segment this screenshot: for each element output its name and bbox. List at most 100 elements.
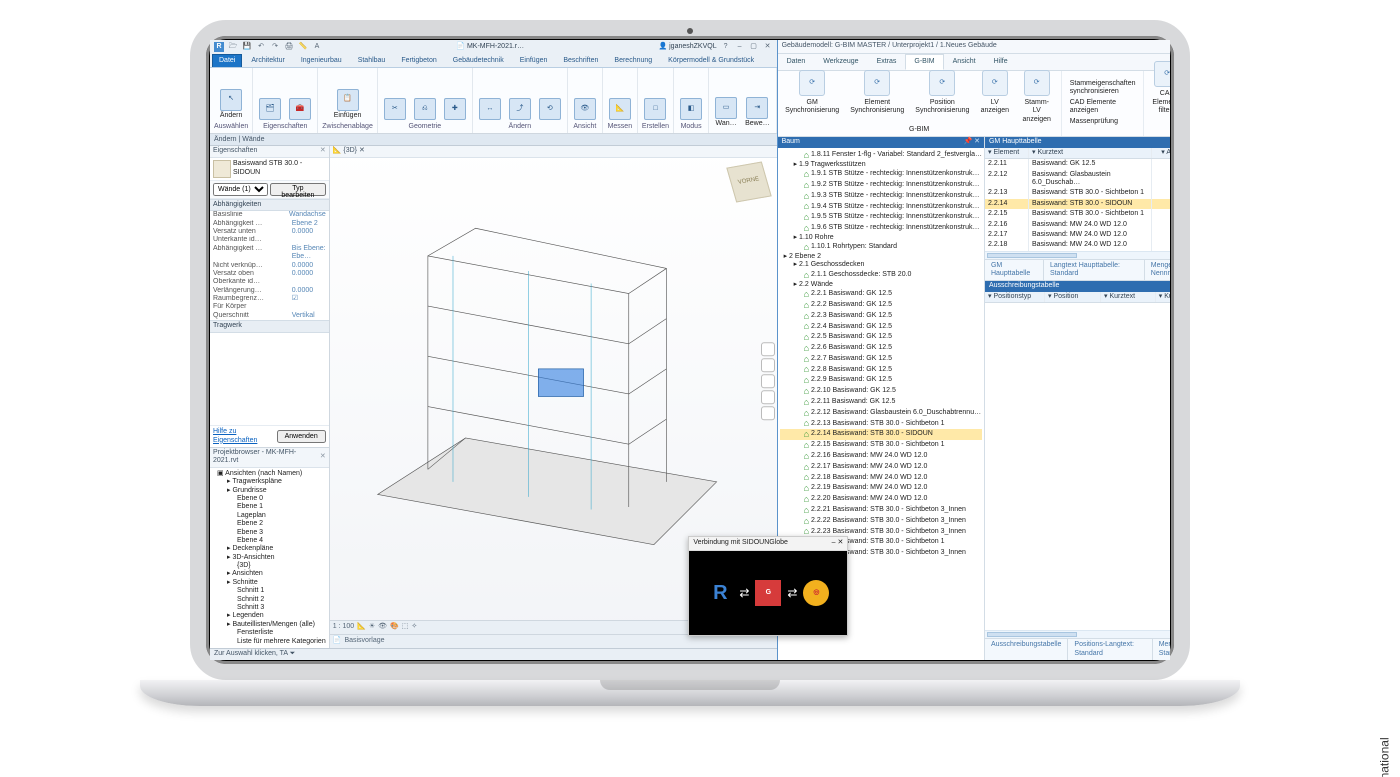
tree-node[interactable]: ⌂ 2.2.6 Basiswand: GK 12.5: [780, 343, 982, 354]
tree-node[interactable]: ▸ 2.1 Geschossdecken: [780, 261, 982, 269]
bottom-tab[interactable]: Positions-Langtext: Standard: [1068, 639, 1152, 660]
tree-node[interactable]: ⌂ 2.2.2 Basiswand: GK 12.5: [780, 300, 982, 311]
ribbon-button[interactable]: ⟳LV anzeigen: [979, 68, 1011, 126]
ribbon-tab[interactable]: Architektur: [244, 54, 291, 67]
tree-node[interactable]: ▸ Legenden: [213, 612, 326, 620]
ribbon-button[interactable]: ⟲: [537, 96, 563, 122]
tree-node[interactable]: ⌂ 2.2.9 Basiswand: GK 12.5: [780, 375, 982, 386]
tree-node[interactable]: ⌂ 2.2.11 Basiswand: GK 12.5: [780, 397, 982, 408]
print-icon[interactable]: 🖨: [284, 42, 294, 52]
ribbon-tab[interactable]: Gebäudetechnik: [446, 54, 511, 67]
tree-node[interactable]: ⌂ 2.2.20 Basiswand: MW 24.0 WD 12.0: [780, 494, 982, 505]
tree-node[interactable]: ⌂ 2.2.19 Basiswand: MW 24.0 WD 12.0: [780, 483, 982, 494]
gm-bottom-tabs[interactable]: GM HaupttabelleLangtext Haupttabelle: St…: [985, 259, 1170, 281]
ribbon-tab[interactable]: Stahlbau: [351, 54, 393, 67]
tree-node[interactable]: ⌂ 2.2.13 Basiswand: STB 30.0 - Sichtbeto…: [780, 418, 982, 429]
prop-row[interactable]: Versatz oben0.0000: [210, 270, 329, 278]
tree-node[interactable]: ⌂ 2.2.5 Basiswand: GK 12.5: [780, 332, 982, 343]
tree-node[interactable]: ▸ Bauteillisten/Mengen (alle): [213, 621, 326, 629]
prop-group-header[interactable]: Abhängigkeiten: [210, 199, 329, 211]
tree-node[interactable]: ⌂ 2.2.1 Basiswand: GK 12.5: [780, 289, 982, 300]
bottom-tab[interactable]: Mengenermittlung: Standard: [1153, 639, 1170, 660]
tree-node[interactable]: ⌂ 1.9.5 STB Stütze - rechteckig: Innenst…: [780, 212, 982, 223]
tree-node[interactable]: Ebene 2: [213, 520, 326, 528]
tree-node[interactable]: ▣ Ansichten (nach Namen): [213, 470, 326, 478]
zoom-icon[interactable]: [761, 374, 775, 388]
table-row[interactable]: 2.2.17Basiswand: MW 24.0 WD 12.0111,00: [985, 230, 1170, 240]
ribbon-tab[interactable]: Datei: [212, 54, 242, 67]
text-icon[interactable]: A: [312, 42, 322, 52]
ribbon-tab[interactable]: Berechnung: [607, 54, 659, 67]
tree-node[interactable]: ▸ 3D-Ansichten: [213, 554, 326, 562]
tree-node[interactable]: Ebene 0: [213, 495, 326, 503]
tree-node[interactable]: ⌂ 1.9.6 STB Stütze - rechteckig: Innenst…: [780, 223, 982, 234]
aus-bottom-tabs[interactable]: AusschreibungstabellePositions-Langtext:…: [985, 638, 1170, 660]
tree-node[interactable]: ⌂ 2.2.18 Basiswand: MW 24.0 WD 12.0: [780, 472, 982, 483]
tree-node[interactable]: ⌂ 1.9.1 STB Stütze - rechteckig: Innenst…: [780, 169, 982, 180]
bottom-tabs[interactable]: 📄Basisvorlage: [330, 634, 777, 648]
table-row[interactable]: 2.2.12Basiswand: Glasbaustein 6.0_Duscha…: [985, 170, 1170, 189]
ribbon-button[interactable]: ⤴: [507, 96, 533, 122]
tree-node[interactable]: ⌂ 2.2.8 Basiswand: GK 12.5: [780, 364, 982, 375]
panel-close-icon[interactable]: ✕: [974, 138, 980, 145]
prop-row[interactable]: Abhängigkeit …Ebene 2: [210, 220, 329, 228]
tree-node[interactable]: ⌂ 2.2.16 Basiswand: MW 24.0 WD 12.0: [780, 451, 982, 462]
tree-node[interactable]: Schnitt 2: [213, 596, 326, 604]
ribbon-tab[interactable]: Beschriften: [556, 54, 605, 67]
prop-row[interactable]: Abhängigkeit …Bis Ebene: Ebe…: [210, 245, 329, 262]
tree-node[interactable]: {3D}: [213, 562, 326, 570]
bottom-tab[interactable]: Langtext Haupttabelle: Standard: [1044, 260, 1145, 281]
prop-row[interactable]: Verlängerung…0.0000: [210, 287, 329, 295]
tree-node[interactable]: ▸ 1.10 Rohre: [780, 234, 982, 242]
tree-node[interactable]: ⌂ 2.2.15 Basiswand: STB 30.0 - Sichtbeto…: [780, 440, 982, 451]
tree-node[interactable]: ▸ Grundrisse: [213, 487, 326, 495]
tree-node[interactable]: Ebene 4: [213, 537, 326, 545]
apply-button[interactable]: Anwenden: [277, 430, 326, 443]
tree-node[interactable]: ⌂ 1.9.3 STB Stütze - rechteckig: Innenst…: [780, 191, 982, 202]
aus-table-header[interactable]: ▾ Positionstyp ▾ Position ▾ Kurztext ▾ K…: [985, 292, 1170, 303]
ribbon-button[interactable]: 📐: [607, 96, 633, 122]
user-chip[interactable]: 👤 jganeshZKVQL: [658, 43, 716, 51]
ribbon-link[interactable]: CAD Elemente anzeigen: [1070, 99, 1136, 116]
maximize-icon[interactable]: ▢: [749, 42, 759, 52]
panel-pin-icon[interactable]: 📌: [963, 138, 972, 145]
ribbon-tab[interactable]: Körpermodell & Grundstück: [661, 54, 761, 67]
dialog-minimize-icon[interactable]: –: [832, 539, 836, 546]
tree-node[interactable]: ⌂ 2.1.1 Geschossdecke: STB 20.0: [780, 270, 982, 281]
lookat-icon[interactable]: [761, 406, 775, 420]
selection-filter[interactable]: Wände (1): [213, 183, 268, 196]
ribbon-button[interactable]: ◧: [678, 96, 704, 122]
tree-node[interactable]: ▸ 1.9 Tragwerksstützen: [780, 161, 982, 169]
ribbon-link[interactable]: Stammeigenschaften synchronisieren: [1070, 80, 1136, 97]
tree-node[interactable]: Ebene 3: [213, 529, 326, 537]
tree-node[interactable]: ⌂ 2.2.12 Basiswand: Glasbaustein 6.0_Dus…: [780, 408, 982, 419]
tree-node[interactable]: Liste für mehrere Kategorien: [213, 638, 326, 646]
bottom-tab[interactable]: GM Haupttabelle: [985, 260, 1044, 281]
minimize-icon[interactable]: –: [735, 42, 745, 52]
table-row[interactable]: 2.2.15Basiswand: STB 30.0 - Sichtbeton 1…: [985, 209, 1170, 219]
nav-wheel-tools[interactable]: [761, 342, 775, 420]
prop-row[interactable]: Für Körper: [210, 303, 329, 311]
ribbon-button[interactable]: ⟳CAD Elemente filtern: [1150, 59, 1170, 126]
redo-icon[interactable]: ↷: [270, 42, 280, 52]
tree-node[interactable]: ⌂ 2.2.17 Basiswand: MW 24.0 WD 12.0: [780, 462, 982, 473]
ribbon-button[interactable]: 👁: [572, 96, 598, 122]
table-row[interactable]: 2.2.11Basiswand: GK 12.5112,00: [985, 159, 1170, 169]
table-row[interactable]: 2.2.16Basiswand: MW 24.0 WD 12.0115,00: [985, 220, 1170, 230]
ribbon-button[interactable]: ⟳Stamm-LV anzeigen: [1019, 68, 1055, 126]
pan-icon[interactable]: [761, 358, 775, 372]
tree-node[interactable]: ▸ Deckenpläne: [213, 545, 326, 553]
gm-table-header[interactable]: ▾ Element ▾ Kurztext ▾ Anzahl ▾ Menge: [985, 148, 1170, 159]
tree-node[interactable]: Fensterliste: [213, 629, 326, 637]
ribbon-button[interactable]: ↖Ändern: [218, 87, 245, 122]
tree-node[interactable]: ⌂ 2.2.10 Basiswand: GK 12.5: [780, 386, 982, 397]
ribbon-button[interactable]: ↔: [477, 96, 503, 122]
view-scale[interactable]: 1 : 100: [333, 623, 354, 631]
tree-node[interactable]: ⌂ 1.9.2 STB Stütze - rechteckig: Innenst…: [780, 180, 982, 191]
table-row[interactable]: 2.2.18Basiswand: MW 24.0 WD 12.0113,00: [985, 240, 1170, 250]
prop-row[interactable]: BasislinieWandachse: [210, 211, 329, 219]
tree-node[interactable]: ⌂ 1.10.1 Rohrtypen: Standard: [780, 242, 982, 253]
doc-title-chip[interactable]: 📄 MK-MFH-2021.r…: [456, 43, 524, 51]
steering-wheel-icon[interactable]: [761, 342, 775, 356]
panel-close-icon[interactable]: ✕: [320, 147, 326, 155]
